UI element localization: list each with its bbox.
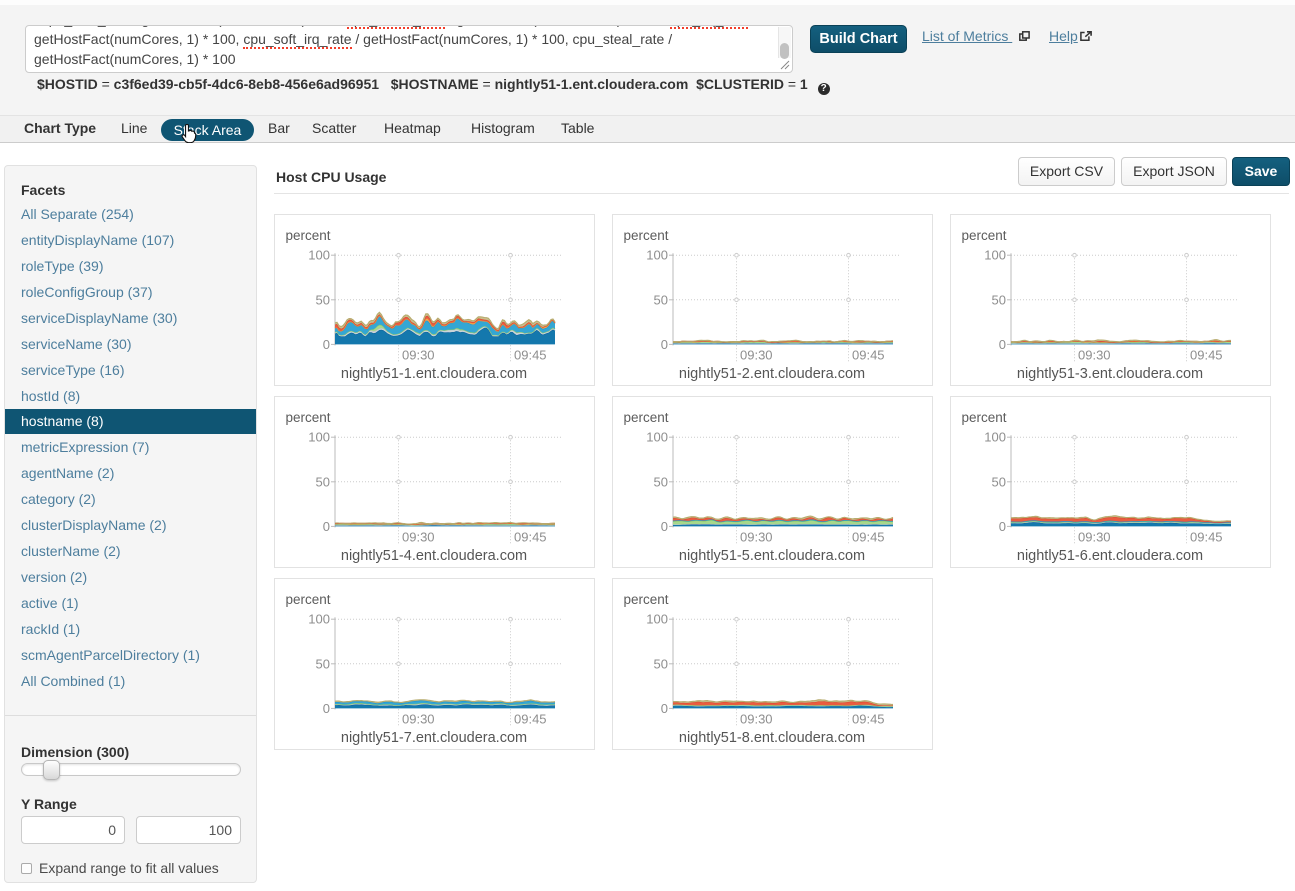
svg-text:09:45: 09:45 bbox=[852, 530, 885, 545]
svg-text:0: 0 bbox=[323, 337, 330, 352]
svg-text:09:30: 09:30 bbox=[402, 530, 435, 545]
svg-text:50: 50 bbox=[992, 474, 1006, 489]
svg-text:09:45: 09:45 bbox=[852, 348, 885, 363]
svg-text:09:45: 09:45 bbox=[1190, 348, 1223, 363]
svg-text:0: 0 bbox=[661, 337, 668, 352]
svg-text:0: 0 bbox=[661, 519, 668, 534]
svg-text:percent: percent bbox=[962, 228, 1007, 243]
svg-text:09:45: 09:45 bbox=[852, 712, 885, 727]
svg-text:percent: percent bbox=[286, 410, 331, 425]
svg-text:100: 100 bbox=[646, 612, 668, 627]
svg-text:09:45: 09:45 bbox=[514, 530, 547, 545]
svg-text:100: 100 bbox=[308, 612, 330, 627]
svg-text:nightly51-5.ent.cloudera.com: nightly51-5.ent.cloudera.com bbox=[679, 548, 865, 564]
svg-text:percent: percent bbox=[624, 228, 669, 243]
svg-text:percent: percent bbox=[286, 592, 331, 607]
svg-text:09:45: 09:45 bbox=[514, 348, 547, 363]
svg-text:0: 0 bbox=[999, 337, 1006, 352]
svg-text:09:45: 09:45 bbox=[1190, 530, 1223, 545]
svg-text:50: 50 bbox=[654, 292, 668, 307]
svg-text:nightly51-6.ent.cloudera.com: nightly51-6.ent.cloudera.com bbox=[1017, 548, 1203, 564]
svg-text:50: 50 bbox=[992, 292, 1006, 307]
svg-text:09:30: 09:30 bbox=[740, 712, 773, 727]
svg-text:0: 0 bbox=[999, 519, 1006, 534]
svg-text:0: 0 bbox=[323, 701, 330, 716]
svg-text:09:30: 09:30 bbox=[402, 712, 435, 727]
svg-text:percent: percent bbox=[962, 410, 1007, 425]
svg-text:50: 50 bbox=[654, 474, 668, 489]
svg-text:percent: percent bbox=[624, 410, 669, 425]
svg-text:nightly51-1.ent.cloudera.com: nightly51-1.ent.cloudera.com bbox=[341, 366, 527, 382]
svg-text:09:30: 09:30 bbox=[740, 530, 773, 545]
svg-text:nightly51-8.ent.cloudera.com: nightly51-8.ent.cloudera.com bbox=[679, 730, 865, 746]
svg-text:100: 100 bbox=[646, 430, 668, 445]
svg-text:percent: percent bbox=[624, 592, 669, 607]
svg-text:50: 50 bbox=[316, 474, 330, 489]
svg-text:nightly51-3.ent.cloudera.com: nightly51-3.ent.cloudera.com bbox=[1017, 366, 1203, 382]
svg-text:0: 0 bbox=[661, 701, 668, 716]
svg-text:100: 100 bbox=[984, 248, 1006, 263]
svg-text:0: 0 bbox=[323, 519, 330, 534]
svg-text:09:30: 09:30 bbox=[1078, 530, 1111, 545]
svg-text:percent: percent bbox=[286, 228, 331, 243]
svg-text:100: 100 bbox=[984, 430, 1006, 445]
svg-text:100: 100 bbox=[646, 248, 668, 263]
svg-text:nightly51-2.ent.cloudera.com: nightly51-2.ent.cloudera.com bbox=[679, 366, 865, 382]
svg-text:50: 50 bbox=[316, 292, 330, 307]
svg-text:nightly51-7.ent.cloudera.com: nightly51-7.ent.cloudera.com bbox=[341, 730, 527, 746]
svg-text:nightly51-4.ent.cloudera.com: nightly51-4.ent.cloudera.com bbox=[341, 548, 527, 564]
svg-text:50: 50 bbox=[316, 656, 330, 671]
svg-text:100: 100 bbox=[308, 248, 330, 263]
svg-text:09:30: 09:30 bbox=[740, 348, 773, 363]
svg-text:09:30: 09:30 bbox=[1078, 348, 1111, 363]
svg-text:09:30: 09:30 bbox=[402, 348, 435, 363]
svg-text:100: 100 bbox=[308, 430, 330, 445]
svg-text:50: 50 bbox=[654, 656, 668, 671]
svg-text:09:45: 09:45 bbox=[514, 712, 547, 727]
